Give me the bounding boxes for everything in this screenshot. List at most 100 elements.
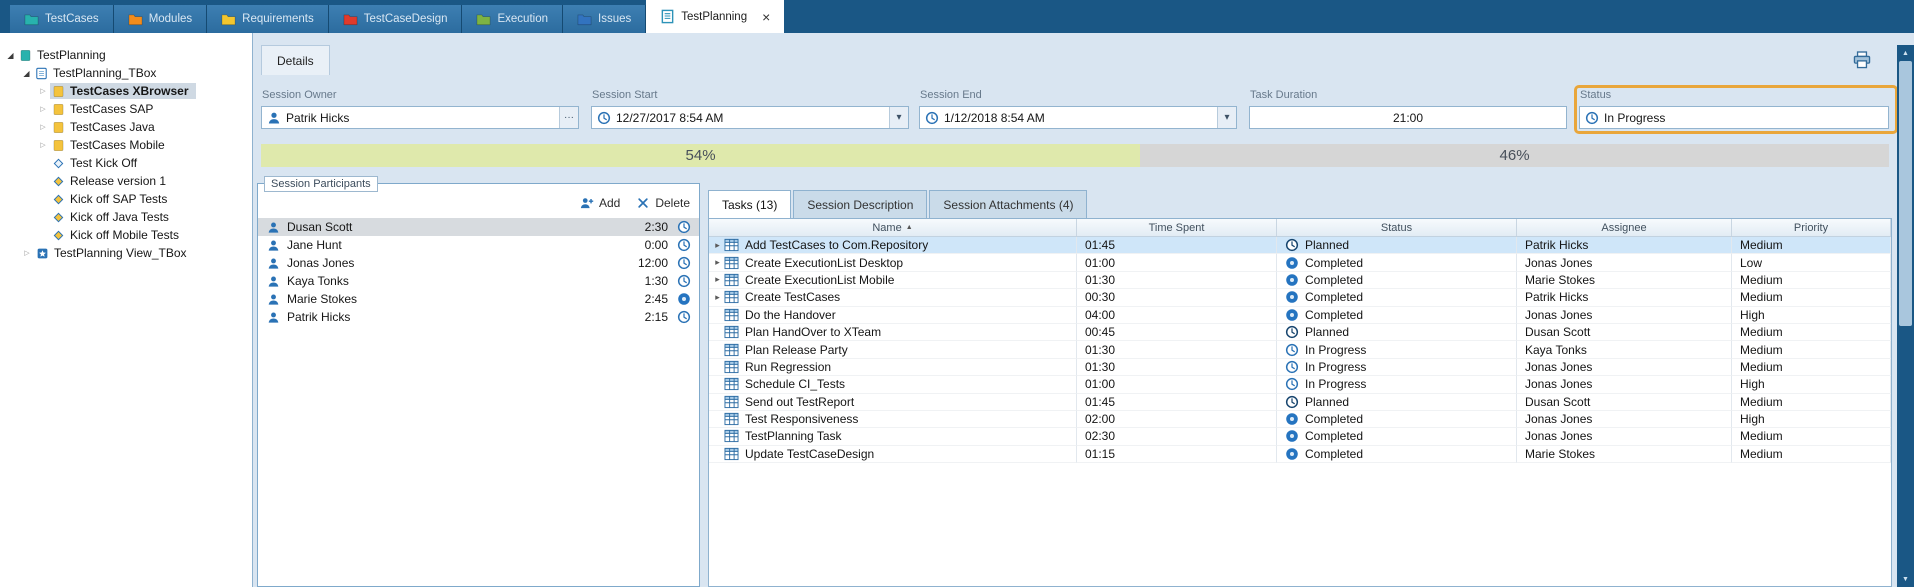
tab-testplanning[interactable]: TestPlanning× (646, 0, 784, 33)
participant-row-patrik-hicks[interactable]: Patrik Hicks2:15 (258, 308, 699, 326)
row-expand-icon[interactable]: ▸ (711, 257, 724, 268)
tree-expanded-arrow-icon[interactable]: ◢ (20, 69, 33, 78)
task-row-plan-release-party[interactable]: Plan Release Party01:30In ProgressKaya T… (709, 341, 1891, 358)
tree-item-testcases-java[interactable]: ▷TestCases Java (0, 118, 252, 136)
tree-item-kick-off-sap-tests[interactable]: Kick off SAP Tests (0, 190, 252, 208)
tree-item-kick-off-mobile-tests[interactable]: Kick off Mobile Tests (0, 226, 252, 244)
tree-collapsed-arrow-icon[interactable]: ▷ (36, 141, 50, 149)
tab-modules[interactable]: Modules (114, 5, 207, 33)
task-status: Planned (1277, 237, 1517, 254)
add-participant-button[interactable]: Add (580, 196, 620, 210)
column-header-name[interactable]: Name▲ (709, 219, 1077, 236)
scrollbar-thumb[interactable] (1899, 61, 1912, 326)
task-time-spent: 02:30 (1077, 428, 1277, 445)
tree-item-testplanning[interactable]: ◢TestPlanning (0, 46, 252, 64)
tree-expanded-arrow-icon[interactable]: ◢ (4, 51, 17, 60)
tree-item-testcases-xbrowser[interactable]: ▷TestCases XBrowser (0, 82, 252, 100)
browse-button[interactable]: ··· (559, 107, 578, 128)
task-row-create-executionlist-desktop[interactable]: ▸Create ExecutionList Desktop01:00Comple… (709, 254, 1891, 271)
task-time-spent: 01:45 (1077, 394, 1277, 411)
row-expand-icon[interactable]: ▸ (711, 274, 724, 285)
task-row-send-out-testreport[interactable]: Send out TestReport01:45PlannedDusan Sco… (709, 394, 1891, 411)
task-row-testplanning-task[interactable]: TestPlanning Task02:30CompletedJonas Jon… (709, 428, 1891, 445)
main-tabbar: TestCases Modules RequirementsTestCaseDesi… (0, 0, 1914, 33)
task-row-add-testcases-to-com-repository[interactable]: ▸Add TestCases to Com.Repository01:45Pla… (709, 237, 1891, 254)
task-row-create-testcases[interactable]: ▸Create TestCases00:30CompletedPatrik Hi… (709, 289, 1891, 306)
tab-requirements[interactable]: Requirements (207, 5, 329, 33)
field-value: Patrik Hicks (286, 111, 559, 125)
task-row-plan-handover-to-xteam[interactable]: Plan HandOver to XTeam00:45PlannedDusan … (709, 324, 1891, 341)
task-assignee: Jonas Jones (1517, 411, 1732, 428)
task-status: Completed (1277, 428, 1517, 445)
tasks-table-body: ▸Add TestCases to Com.Repository01:45Pla… (709, 237, 1891, 463)
tree-item-testplanning-tbox[interactable]: ◢TestPlanning_TBox (0, 64, 252, 82)
participant-row-jonas-jones[interactable]: Jonas Jones12:00 (258, 254, 699, 272)
participant-row-dusan-scott[interactable]: Dusan Scott2:30 (258, 218, 699, 236)
participant-row-kaya-tonks[interactable]: Kaya Tonks1:30 (258, 272, 699, 290)
status-completed-icon (1285, 412, 1299, 426)
tree-collapsed-arrow-icon[interactable]: ▷ (36, 105, 50, 113)
tab-label: Modules (149, 13, 192, 25)
task-time-spent: 01:00 (1077, 376, 1277, 393)
task-duration-input[interactable]: 21:00 (1249, 106, 1567, 129)
status-input[interactable]: In Progress (1579, 106, 1889, 129)
tab-tasks-13[interactable]: Tasks (13) (708, 190, 791, 218)
tree-item-kick-off-java-tests[interactable]: Kick off Java Tests (0, 208, 252, 226)
row-expand-icon[interactable]: ▸ (711, 292, 724, 303)
delete-participant-button[interactable]: Delete (636, 196, 690, 210)
tree-collapsed-arrow-icon[interactable]: ▷ (36, 123, 50, 131)
task-row-update-testcasedesign[interactable]: Update TestCaseDesign01:15CompletedMarie… (709, 446, 1891, 463)
tree-item-test-kick-off[interactable]: Test Kick Off (0, 154, 252, 172)
scroll-up-icon[interactable]: ▲ (1897, 46, 1914, 60)
diamond-yellow-icon (52, 193, 65, 206)
task-row-run-regression[interactable]: Run Regression01:30In ProgressJonas Jone… (709, 359, 1891, 376)
row-expand-icon[interactable]: ▸ (711, 240, 724, 251)
session-start-input[interactable]: 12/27/2017 8:54 AM▾ (591, 106, 909, 129)
tab-issues[interactable]: Issues (563, 5, 646, 33)
task-priority: High (1732, 307, 1891, 324)
vertical-scrollbar[interactable]: ▲ ▼ (1897, 33, 1914, 587)
task-priority: Low (1732, 254, 1891, 271)
participant-row-marie-stokes[interactable]: Marie Stokes2:45 (258, 290, 699, 308)
tab-testcases[interactable]: TestCases (10, 5, 114, 33)
column-header-assignee[interactable]: Assignee (1517, 219, 1732, 236)
column-label: Assignee (1601, 222, 1646, 234)
scrollbar-track[interactable]: ▲ ▼ (1897, 45, 1914, 587)
task-row-create-executionlist-mobile[interactable]: ▸Create ExecutionList Mobile01:30Complet… (709, 272, 1891, 289)
tree-item-testplanning-view-tbox[interactable]: ▷TestPlanning View_TBox (0, 244, 252, 262)
participants-panel-title: Session Participants (264, 176, 378, 192)
view-icon (36, 247, 49, 260)
close-tab-icon[interactable]: × (762, 10, 770, 24)
tab-execution[interactable]: Execution (462, 5, 563, 33)
print-button[interactable] (1852, 50, 1872, 70)
tree-item-release-version-1[interactable]: Release version 1 (0, 172, 252, 190)
clock-icon (677, 274, 691, 288)
task-priority: Medium (1732, 272, 1891, 289)
column-header-priority[interactable]: Priority (1732, 219, 1891, 236)
testcasedesign-tab-icon (343, 12, 358, 27)
column-header-status[interactable]: Status (1277, 219, 1517, 236)
tree-collapsed-arrow-icon[interactable]: ▷ (36, 87, 50, 95)
task-row-do-the-handover[interactable]: Do the Handover04:00CompletedJonas Jones… (709, 307, 1891, 324)
tab-session-attachments-4[interactable]: Session Attachments (4) (929, 190, 1087, 218)
tree-item-testcases-mobile[interactable]: ▷TestCases Mobile (0, 136, 252, 154)
tree-collapsed-arrow-icon[interactable]: ▷ (20, 249, 34, 257)
participant-row-jane-hunt[interactable]: Jane Hunt0:00 (258, 236, 699, 254)
task-priority: Medium (1732, 341, 1891, 358)
dropdown-button[interactable]: ▾ (1217, 107, 1236, 128)
tab-details[interactable]: Details (261, 45, 330, 75)
scroll-down-icon[interactable]: ▼ (1897, 572, 1914, 586)
tab-session-description[interactable]: Session Description (793, 190, 927, 218)
issues-tab-icon (577, 12, 592, 27)
dropdown-button[interactable]: ▾ (889, 107, 908, 128)
tab-testcasedesign[interactable]: TestCaseDesign (329, 5, 463, 33)
task-row-test-responsiveness[interactable]: Test Responsiveness02:00CompletedJonas J… (709, 411, 1891, 428)
navigation-tree: ◢TestPlanning◢TestPlanning_TBox▷TestCase… (0, 33, 253, 587)
tree-item-testcases-sap[interactable]: ▷TestCases SAP (0, 100, 252, 118)
folder-yellow-icon (52, 103, 65, 116)
session-owner-input[interactable]: Patrik Hicks··· (261, 106, 579, 129)
column-header-time-spent[interactable]: Time Spent (1077, 219, 1277, 236)
task-row-schedule-ci-tests[interactable]: Schedule CI_Tests01:00In ProgressJonas J… (709, 376, 1891, 393)
session-end-input[interactable]: 1/12/2018 8:54 AM▾ (919, 106, 1237, 129)
field-session-start: Session Start12/27/2017 8:54 AM▾ (591, 106, 909, 129)
